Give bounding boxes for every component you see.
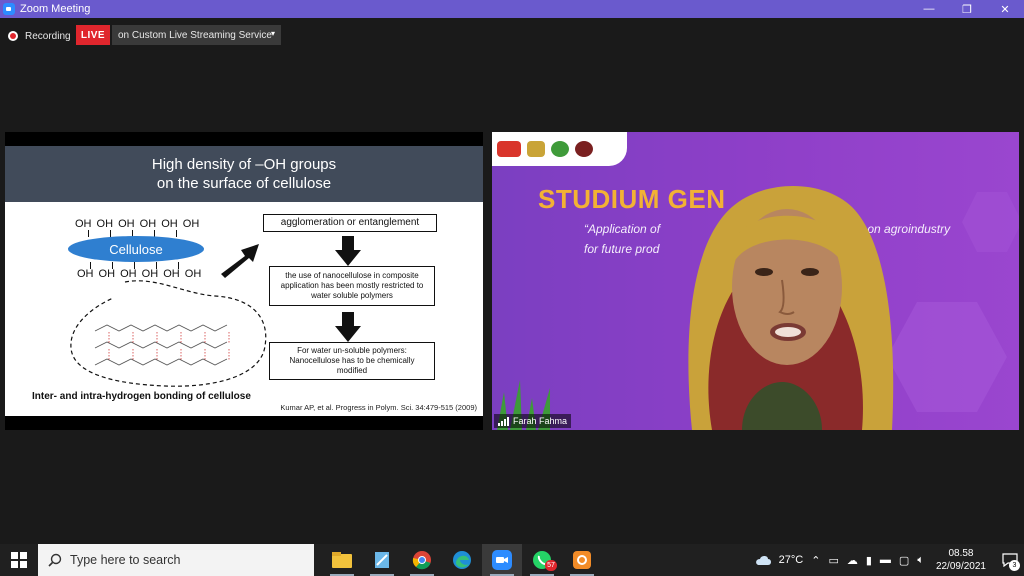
whatsapp-button[interactable]: 57	[522, 544, 562, 576]
university-logo-icon	[575, 141, 593, 157]
stream-service-label: on Custom Live Streaming Service	[118, 29, 272, 41]
notepad-icon	[375, 552, 389, 568]
slide-title: High density of –OH groups on the surfac…	[5, 146, 483, 202]
system-tray: 27°C ⌃ ▭ ☁ ▮ ▬ ▢ 🔈︎ 08.58 22/09/2021 3	[751, 544, 1024, 576]
zoom-icon	[492, 550, 512, 570]
participant-name: Farah Fahma	[513, 416, 568, 426]
recording-label: Recording	[25, 30, 71, 42]
cellulose-ellipse: Cellulose	[68, 236, 204, 262]
event-subtitle-line2: for future prod	[584, 242, 660, 256]
slide-caption: Inter- and intra-hydrogen bonding of cel…	[32, 391, 251, 402]
signal-strength-icon	[498, 416, 509, 426]
tera-logo-icon	[497, 141, 521, 157]
usb-icon[interactable]: ▮	[866, 554, 872, 567]
search-placeholder: Type here to search	[70, 553, 181, 567]
participant-name-tag: Farah Fahma	[494, 414, 572, 428]
participant-figure	[688, 185, 894, 430]
hydrogen-bonding-structure	[70, 280, 267, 387]
flow-box-modification: For water un-soluble polymers: Nanocellu…	[269, 342, 435, 380]
presentation-slide: High density of –OH groups on the surfac…	[5, 146, 483, 416]
shared-screen[interactable]: High density of –OH groups on the surfac…	[5, 132, 483, 430]
recording-bar: Recording LIVE on Custom Live Streaming …	[0, 18, 1024, 128]
notepad-button[interactable]	[362, 544, 402, 576]
live-badge[interactable]: LIVE	[76, 25, 110, 45]
zoom-button[interactable]	[482, 544, 522, 576]
participant-video[interactable]: STUDIUM GEN “Application of s based on a…	[492, 132, 1019, 430]
arrow-icon	[221, 244, 259, 278]
stream-service-dropdown[interactable]: on Custom Live Streaming Service ▾	[112, 25, 281, 45]
chevron-up-icon[interactable]: ⌃	[811, 554, 820, 567]
windows-logo-icon	[11, 552, 27, 568]
hexagon-decoration	[962, 192, 1019, 252]
windows-taskbar: Type here to search 57 27°C ⌃ ▭ ☁ ▮ ▬ ▢ …	[0, 544, 1024, 576]
recording-indicator[interactable]: Recording	[8, 26, 71, 46]
window-title: Zoom Meeting	[20, 3, 91, 15]
flow-box-restriction: the use of nanocellulose in composite ap…	[269, 266, 435, 306]
edge-icon	[453, 551, 471, 569]
edge-button[interactable]	[442, 544, 482, 576]
close-button[interactable]: ✕	[986, 0, 1024, 18]
flow-box-agglomeration: agglomeration or entanglement	[263, 214, 437, 232]
weather-temperature: 27°C	[778, 554, 804, 566]
down-arrow-icon	[335, 312, 361, 342]
onedrive-icon[interactable]: ☁	[847, 554, 858, 567]
wheat-logo-icon	[527, 141, 545, 157]
title-bar: Zoom Meeting — ❐ ✕	[0, 0, 1024, 18]
app-icon	[573, 551, 591, 569]
notification-center-button[interactable]: 3	[996, 544, 1024, 576]
weather-widget[interactable]: 27°C	[755, 554, 804, 566]
whatsapp-badge: 57	[545, 560, 557, 571]
volume-icon[interactable]: 🔈︎	[917, 554, 924, 567]
meet-now-icon[interactable]: ▭	[828, 554, 838, 567]
chrome-button[interactable]	[402, 544, 442, 576]
battery-icon[interactable]: ▬	[880, 554, 891, 566]
notification-count: 3	[1009, 560, 1020, 571]
file-explorer-icon	[332, 552, 352, 568]
network-icon[interactable]: ▢	[899, 554, 909, 567]
event-subtitle-left: “Application of	[584, 222, 661, 236]
pinned-apps: 57	[322, 544, 602, 576]
clock-date: 22/09/2021	[935, 561, 986, 572]
window-controls: — ❐ ✕	[910, 0, 1024, 18]
cloud-icon	[755, 556, 771, 565]
chrome-icon	[412, 551, 431, 570]
search-icon	[48, 553, 62, 567]
bond-line	[176, 230, 177, 237]
chevron-down-icon: ▾	[270, 29, 275, 38]
clock-time: 08.58	[948, 548, 974, 559]
zoom-app-icon	[3, 3, 15, 15]
restore-button[interactable]: ❐	[948, 0, 986, 18]
green-logo-icon	[551, 141, 569, 157]
down-arrow-icon	[335, 236, 361, 266]
start-button[interactable]	[0, 544, 38, 576]
sponsor-logos	[492, 132, 627, 166]
record-icon	[8, 31, 18, 41]
app-button[interactable]	[562, 544, 602, 576]
file-explorer-button[interactable]	[322, 544, 362, 576]
bond-line	[88, 230, 89, 237]
slide-title-line2: on the surface of cellulose	[156, 175, 332, 192]
minimize-button[interactable]: —	[910, 0, 948, 18]
taskbar-search-box[interactable]: Type here to search	[38, 544, 314, 576]
oh-groups-top: OH OH OH OH OH OH	[75, 218, 200, 230]
system-clock[interactable]: 08.58 22/09/2021	[936, 547, 986, 573]
slide-reference: Kumar AP, et al. Progress in Polym. Sci.…	[280, 403, 477, 412]
slide-title-line1: High density of –OH groups	[151, 156, 337, 173]
